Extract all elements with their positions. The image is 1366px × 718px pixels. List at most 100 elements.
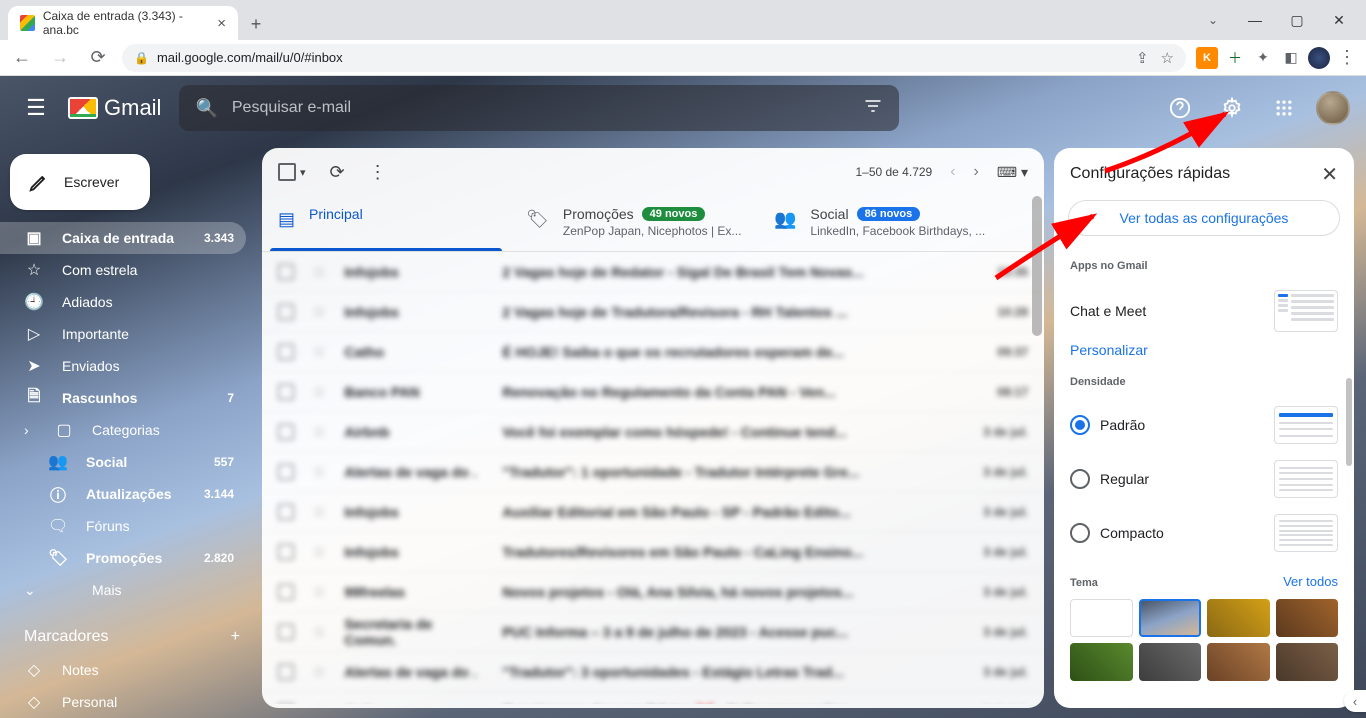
email-row[interactable]: ☆InfojobsTradutores/Revisores em São Pau… — [262, 532, 1044, 572]
share-icon[interactable]: ⇪ — [1136, 49, 1149, 67]
close-icon[interactable]: × — [217, 15, 226, 32]
star-icon[interactable]: ☆ — [312, 262, 326, 282]
forward-icon[interactable]: → — [46, 47, 74, 68]
email-checkbox[interactable] — [278, 344, 294, 360]
email-row[interactable]: ☆CathoO maior erro dos candidatos ❌ - Sa… — [262, 692, 1044, 704]
email-checkbox[interactable] — [278, 304, 294, 320]
email-checkbox[interactable] — [278, 264, 294, 280]
email-checkbox[interactable] — [278, 384, 294, 400]
input-tools-icon[interactable]: ⌨ ▾ — [997, 164, 1028, 181]
back-icon[interactable]: ← — [8, 47, 36, 68]
email-checkbox[interactable] — [278, 704, 294, 705]
search-options-icon[interactable] — [863, 96, 883, 121]
theme-tile[interactable] — [1139, 643, 1202, 681]
star-icon[interactable]: ☆ — [312, 462, 326, 482]
label-item[interactable]: ◇Notes — [0, 654, 246, 686]
sidebar-item-promoções[interactable]: 🏷Promoções2.820 — [0, 542, 246, 574]
reload-icon[interactable]: ⟳ — [84, 47, 112, 68]
sidebar-item-enviados[interactable]: ➤Enviados — [0, 350, 246, 382]
sidebar-item-rascunhos[interactable]: 🗎Rascunhos7 — [0, 382, 246, 414]
search-bar[interactable]: 🔍 — [179, 85, 899, 131]
theme-tile[interactable] — [1207, 599, 1270, 637]
email-row[interactable]: ☆Infojobs2 Vagas hoje de Redator - Sigal… — [262, 252, 1044, 292]
select-dropdown-icon[interactable]: ▾ — [300, 166, 306, 179]
density-option-regular[interactable]: Regular — [1070, 452, 1338, 506]
email-row[interactable]: ☆Alertas de vaga do ."Tradutor": 1 oport… — [262, 452, 1044, 492]
tab-social[interactable]: 👥Social86 novosLinkedIn, Facebook Birthd… — [758, 196, 1006, 251]
email-checkbox[interactable] — [278, 504, 294, 520]
star-icon[interactable]: ☆ — [312, 622, 326, 642]
star-icon[interactable]: ☆ — [312, 302, 326, 322]
email-checkbox[interactable] — [278, 424, 294, 440]
email-checkbox[interactable] — [278, 624, 294, 640]
minimize-icon[interactable]: — — [1236, 12, 1274, 28]
theme-tile[interactable] — [1276, 599, 1339, 637]
bookmark-star-icon[interactable]: ☆ — [1161, 49, 1174, 67]
next-page-icon[interactable]: › — [974, 163, 979, 181]
email-row[interactable]: ☆AirbnbVocê foi exemplar como hóspede! -… — [262, 412, 1044, 452]
theme-tile[interactable] — [1276, 643, 1339, 681]
email-checkbox[interactable] — [278, 664, 294, 680]
new-tab-button[interactable]: + — [242, 10, 270, 38]
email-row[interactable]: ☆Alertas de vaga do ."Tradutor": 3 oport… — [262, 652, 1044, 692]
email-checkbox[interactable] — [278, 584, 294, 600]
sidebar-item-com-estrela[interactable]: ☆Com estrela — [0, 254, 246, 286]
star-icon[interactable]: ☆ — [312, 422, 326, 442]
help-icon[interactable] — [1160, 88, 1200, 128]
email-row[interactable]: ☆Banco PANRenovação no Regulamento da Co… — [262, 372, 1044, 412]
radio-icon[interactable] — [1070, 415, 1090, 435]
add-label-icon[interactable]: + — [231, 628, 240, 646]
user-avatar[interactable] — [1316, 91, 1350, 125]
puzzle-icon[interactable]: ✦ — [1252, 47, 1274, 69]
star-icon[interactable]: ☆ — [312, 542, 326, 562]
label-item[interactable]: ◇Personal — [0, 686, 246, 718]
extension-k-icon[interactable]: K — [1196, 47, 1218, 69]
address-bar[interactable]: 🔒 mail.google.com/mail/u/0/#inbox ⇪ ☆ — [122, 44, 1186, 72]
email-checkbox[interactable] — [278, 544, 294, 560]
email-row[interactable]: ☆Secretaria de Comun.PUC Informa – 3 a 9… — [262, 612, 1044, 652]
search-input[interactable] — [232, 99, 850, 117]
side-panel-toggle-icon[interactable]: ‹ — [1344, 690, 1366, 712]
scrollbar[interactable] — [1032, 196, 1044, 376]
tab-promoções[interactable]: 🏷Promoções49 novosZenPop Japan, Nicephot… — [510, 196, 758, 251]
star-icon[interactable]: ☆ — [312, 662, 326, 682]
maximize-icon[interactable]: ▢ — [1278, 12, 1316, 29]
customize-link[interactable]: Personalizar — [1070, 340, 1338, 370]
sidepanel-icon[interactable]: ◧ — [1280, 47, 1302, 69]
star-icon[interactable]: ☆ — [312, 502, 326, 522]
prev-page-icon[interactable]: ‹ — [950, 163, 955, 181]
sidebar-item-importante[interactable]: ▷Importante — [0, 318, 246, 350]
theme-tile[interactable] — [1070, 643, 1133, 681]
more-icon[interactable]: ⋮ — [369, 162, 387, 183]
sidebar-item-mais[interactable]: ⌄Mais — [0, 574, 246, 606]
caret-down-icon[interactable]: ⌄ — [1194, 13, 1232, 27]
theme-tile[interactable] — [1207, 643, 1270, 681]
sidebar-item-caixa-de-entrada[interactable]: ▣Caixa de entrada3.343 — [0, 222, 246, 254]
main-menu-icon[interactable]: ☰ — [16, 88, 56, 128]
scrollbar[interactable] — [1346, 378, 1352, 466]
add-extension-icon[interactable]: ＋ — [1224, 47, 1246, 69]
theme-tile[interactable] — [1139, 599, 1202, 637]
sidebar-item-categorias[interactable]: ›▢Categorias — [0, 414, 246, 446]
email-row[interactable]: ☆Infojobs2 Vagas hoje de Tradutora/Revis… — [262, 292, 1044, 332]
close-icon[interactable]: ✕ — [1321, 162, 1338, 187]
apps-grid-icon[interactable] — [1264, 88, 1304, 128]
gear-icon[interactable] — [1212, 88, 1252, 128]
email-row[interactable]: ☆InfojobsAuxiliar Editorial em São Paulo… — [262, 492, 1044, 532]
star-icon[interactable]: ☆ — [312, 702, 326, 705]
browser-profile-avatar[interactable] — [1308, 47, 1330, 69]
star-icon[interactable]: ☆ — [312, 582, 326, 602]
close-window-icon[interactable]: ✕ — [1320, 12, 1358, 29]
browser-menu-icon[interactable]: ⋮ — [1336, 47, 1358, 69]
sidebar-item-social[interactable]: 👥Social557 — [0, 446, 246, 478]
radio-icon[interactable] — [1070, 523, 1090, 543]
radio-icon[interactable] — [1070, 469, 1090, 489]
browser-tab[interactable]: Caixa de entrada (3.343) - ana.bc × — [8, 6, 238, 40]
star-icon[interactable]: ☆ — [312, 342, 326, 362]
star-icon[interactable]: ☆ — [312, 382, 326, 402]
sidebar-item-atualizações[interactable]: ⓘAtualizações3.144 — [0, 478, 246, 510]
theme-see-all-link[interactable]: Ver todos — [1283, 574, 1338, 589]
density-option-padrão[interactable]: Padrão — [1070, 398, 1338, 452]
gmail-logo[interactable]: Gmail — [68, 95, 161, 121]
email-checkbox[interactable] — [278, 464, 294, 480]
